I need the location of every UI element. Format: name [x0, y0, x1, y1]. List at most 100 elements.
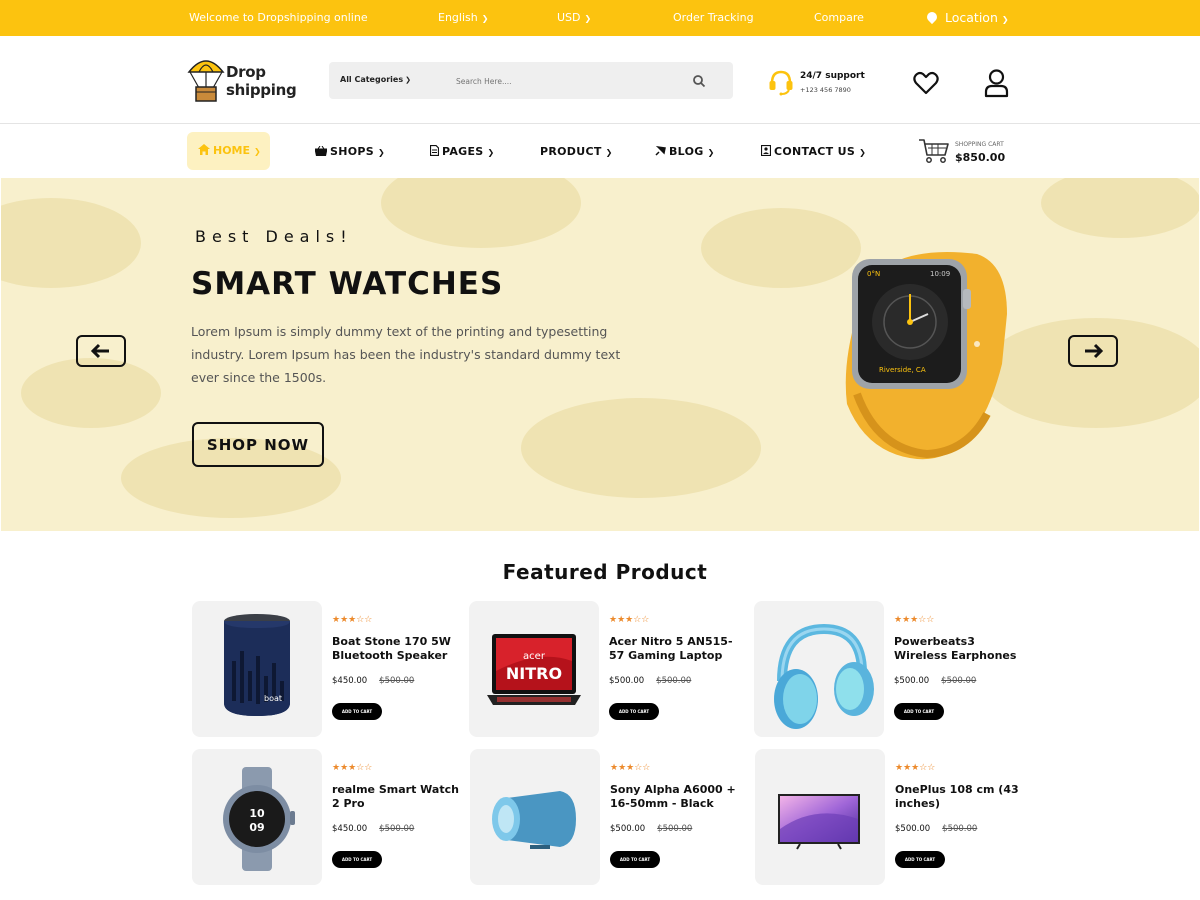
- chevron-down-icon: ❯: [707, 148, 715, 157]
- nav-pages[interactable]: PAGES ❯: [430, 145, 495, 158]
- support-phone: +123 456 7890: [800, 86, 851, 94]
- product-image-headphones[interactable]: [754, 601, 884, 737]
- currency-select[interactable]: USD ❯: [557, 11, 591, 24]
- cart-label: SHOPPING CART: [955, 141, 1004, 148]
- product-image-tv[interactable]: [755, 749, 885, 885]
- svg-text:NITRO: NITRO: [506, 664, 562, 683]
- nav-blog[interactable]: BLOG ❯: [655, 145, 715, 158]
- location-select[interactable]: Location ❯: [924, 9, 1009, 25]
- add-to-cart-button[interactable]: ADD TO CART: [332, 703, 382, 720]
- nav-home[interactable]: HOME ❯: [187, 132, 270, 170]
- order-tracking-link[interactable]: Order Tracking: [673, 11, 754, 24]
- logo[interactable]: Drop shipping: [186, 56, 297, 106]
- svg-text:acer: acer: [523, 651, 546, 662]
- product-image-speaker[interactable]: boat: [192, 601, 322, 737]
- rating-stars: ★★★☆☆: [609, 615, 650, 625]
- product-name[interactable]: realme Smart Watch 2 Pro: [332, 783, 462, 811]
- tv-image: [778, 794, 860, 850]
- product-name[interactable]: Powerbeats3 Wireless Earphones: [894, 635, 1024, 663]
- language-select[interactable]: English ❯: [438, 11, 488, 24]
- featured-title: Featured Product: [502, 560, 708, 584]
- chevron-down-icon: ❯: [1001, 15, 1009, 24]
- product-price: $500.00 $500.00: [894, 676, 977, 686]
- header: Drop shipping All Categories❯ 24/7 suppo…: [0, 36, 1200, 124]
- user-account-icon[interactable]: [983, 68, 1010, 98]
- add-to-cart-button[interactable]: ADD TO CART: [609, 703, 659, 720]
- add-to-cart-button[interactable]: ADD TO CART: [894, 703, 944, 720]
- nav-product[interactable]: PRODUCT ❯: [540, 145, 613, 158]
- rating-stars: ★★★☆☆: [332, 763, 373, 773]
- add-to-cart-button[interactable]: ADD TO CART: [610, 851, 660, 868]
- nav-contact[interactable]: CONTACT US ❯: [761, 145, 866, 158]
- search-input[interactable]: [456, 70, 676, 92]
- chevron-down-icon: ❯: [481, 14, 489, 23]
- document-icon: [430, 145, 439, 156]
- product-image-smartwatch[interactable]: 10 09: [192, 749, 322, 885]
- chevron-down-icon: ❯: [859, 148, 867, 157]
- headset-icon: [769, 70, 793, 96]
- product-card[interactable]: ★★★☆☆ OnePlus 108 cm (43 inches) $500.00…: [755, 749, 1025, 887]
- svg-text:10: 10: [249, 807, 265, 820]
- rating-stars: ★★★☆☆: [894, 615, 935, 625]
- product-name[interactable]: OnePlus 108 cm (43 inches): [895, 783, 1025, 811]
- smartwatch-image: 10 09: [223, 767, 295, 871]
- product-card[interactable]: 10 09 ★★★☆☆ realme Smart Watch 2 Pro $45…: [192, 749, 462, 887]
- compare-link[interactable]: Compare: [814, 11, 864, 24]
- headphones-image: [774, 623, 874, 729]
- laptop-image: acer NITRO: [487, 634, 581, 705]
- product-name[interactable]: Sony Alpha A6000 + 16-50mm - Black: [610, 783, 740, 811]
- category-dropdown[interactable]: All Categories ❯: [340, 75, 411, 84]
- product-image-camera[interactable]: [470, 749, 600, 885]
- parachute-box-icon: [187, 60, 225, 102]
- cart-total: $850.00: [955, 151, 1006, 164]
- home-icon: [198, 144, 210, 155]
- product-price: $500.00 $500.00: [609, 676, 692, 686]
- add-to-cart-button[interactable]: ADD TO CART: [895, 851, 945, 868]
- chevron-down-icon: ❯: [605, 148, 613, 157]
- nav-shops[interactable]: SHOPS ❯: [315, 145, 385, 158]
- hero-banner: Best Deals! SMART WATCHES Lorem Ipsum is…: [1, 178, 1199, 531]
- product-card[interactable]: acer NITRO ★★★☆☆ Acer Nitro 5 AN515-57 G…: [469, 601, 739, 739]
- product-old-price: $500.00: [657, 824, 693, 834]
- chevron-down-icon: ❯: [254, 147, 261, 156]
- product-price: $500.00 $500.00: [895, 824, 978, 834]
- speaker-image: boat: [224, 614, 290, 716]
- product-name[interactable]: Acer Nitro 5 AN515-57 Gaming Laptop: [609, 635, 739, 663]
- svg-text:10:09: 10:09: [930, 270, 950, 278]
- contact-icon: [761, 145, 771, 156]
- product-card[interactable]: ★★★☆☆ Powerbeats3 Wireless Earphones $50…: [754, 601, 1024, 739]
- logo-text: Drop shipping: [226, 63, 297, 99]
- product-image-laptop[interactable]: acer NITRO: [469, 601, 599, 737]
- product-old-price: $500.00: [379, 676, 415, 686]
- svg-text:09: 09: [249, 821, 264, 834]
- slider-next-button[interactable]: [1068, 335, 1118, 367]
- arrow-right-icon: [1085, 343, 1104, 359]
- product-old-price: $500.00: [942, 824, 978, 834]
- slider-prev-button[interactable]: [76, 335, 126, 367]
- product-price: $450.00 $500.00: [332, 824, 415, 834]
- shopping-cart[interactable]: SHOPPING CART $850.00: [918, 136, 1013, 168]
- search-bar: All Categories ❯: [329, 62, 733, 99]
- product-name[interactable]: Boat Stone 170 5W Bluetooth Speaker: [332, 635, 462, 663]
- main-nav: HOME ❯ SHOPS ❯ PAGES ❯ PRODUCT ❯ BLOG ❯ CONTA…: [0, 124, 1200, 178]
- search-icon[interactable]: [692, 74, 706, 88]
- basket-icon: [315, 146, 327, 156]
- shop-now-button[interactable]: SHOP NOW: [192, 422, 324, 467]
- chevron-down-icon: ❯: [377, 148, 385, 157]
- welcome-text: Welcome to Dropshipping online: [189, 11, 368, 24]
- chevron-down-icon: ❯: [584, 14, 592, 23]
- product-old-price: $500.00: [941, 676, 977, 686]
- rating-stars: ★★★☆☆: [332, 615, 373, 625]
- arrow-left-icon: [90, 343, 109, 359]
- rating-stars: ★★★☆☆: [610, 763, 651, 773]
- hero-eyebrow: Best Deals!: [195, 227, 353, 246]
- camera-speaker-image: [492, 791, 576, 849]
- chevron-down-icon: ❯: [405, 76, 411, 84]
- hero-title: SMART WATCHES: [191, 266, 504, 302]
- product-card[interactable]: boat ★★★☆☆ Boat Stone 170 5W Bluetooth S…: [192, 601, 462, 739]
- wishlist-heart-icon[interactable]: [912, 70, 940, 96]
- svg-text:0°N: 0°N: [867, 270, 880, 278]
- add-to-cart-button[interactable]: ADD TO CART: [332, 851, 382, 868]
- top-bar: Welcome to Dropshipping online English ❯ …: [0, 0, 1200, 36]
- product-card[interactable]: ★★★☆☆ Sony Alpha A6000 + 16-50mm - Black…: [470, 749, 740, 887]
